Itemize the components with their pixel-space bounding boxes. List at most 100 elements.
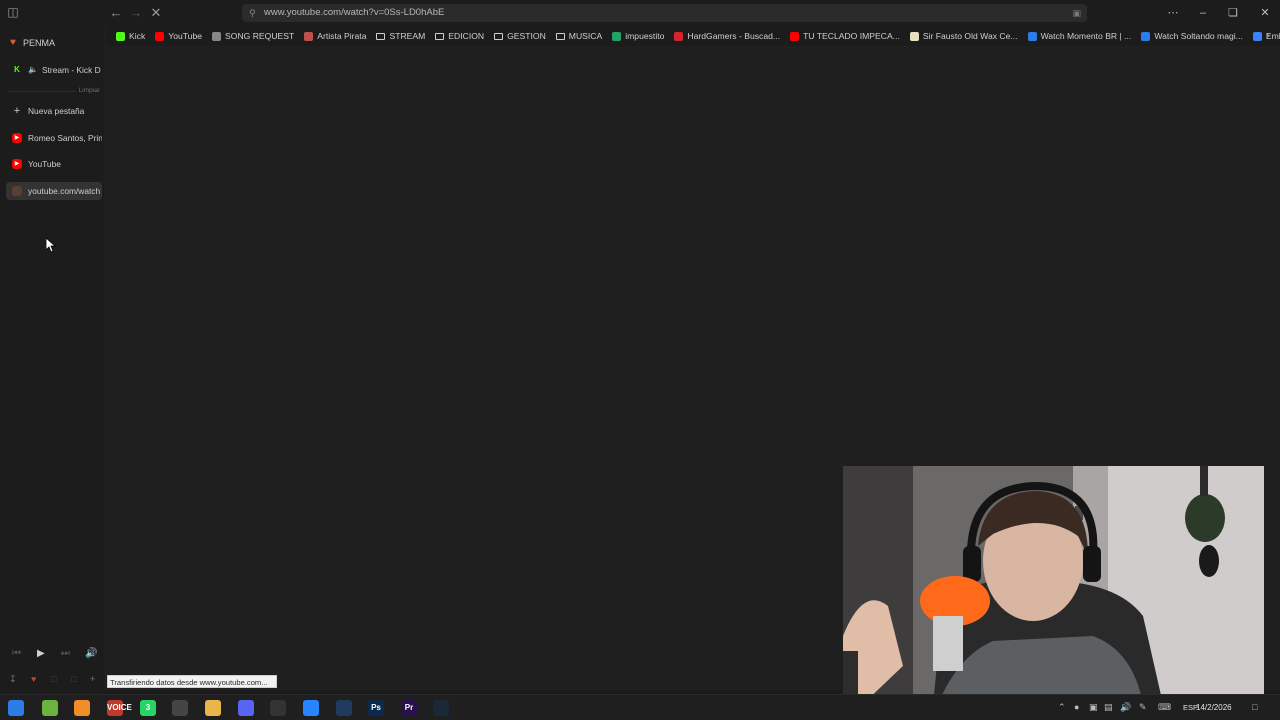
bookmark-item[interactable]: HardGamers - Buscad... <box>674 31 780 41</box>
forward-button[interactable]: → <box>127 4 145 22</box>
premiere-icon[interactable]: Pr <box>401 700 417 716</box>
stop-loading-button[interactable]: ✕ <box>147 4 165 22</box>
sourcetree-icon[interactable] <box>303 700 319 716</box>
favorites-icon[interactable]: ♥ <box>31 674 36 684</box>
bookmarks-bar: Kick YouTube SONG REQUEST Artista Pirata STR… <box>106 27 1280 45</box>
workspace-icon[interactable]: □ <box>71 674 76 684</box>
plus-icon: + <box>13 105 21 117</box>
voicemeeter-icon[interactable]: VOICE <box>107 700 132 716</box>
sheets-icon <box>612 31 622 41</box>
mouse-cursor-icon <box>46 238 56 252</box>
utorrent-icon[interactable] <box>42 700 58 716</box>
sidebar-tab-label: YouTube <box>28 159 61 169</box>
download-icon[interactable]: ↧ <box>9 674 17 685</box>
bookmark-item[interactable]: GESTION <box>494 31 546 41</box>
sidebar-tab-youtube[interactable]: ▶ YouTube <box>6 155 102 173</box>
workspace-name: PENMA <box>22 37 55 48</box>
bookmark-item[interactable]: Watch Momento BR | ... <box>1027 31 1131 41</box>
bookmark-item[interactable]: Watch Soltando magi... <box>1141 31 1243 41</box>
youtube-icon: ▶ <box>12 133 22 143</box>
address-bar[interactable]: ⚲ www.youtube.com/watch?v=0Ss-LD0hAbE ▣ <box>242 4 1087 22</box>
network-icon[interactable]: ▤ <box>1104 702 1113 713</box>
address-url: www.youtube.com/watch?v=0Ss-LD0hAbE <box>264 7 445 18</box>
next-track-icon[interactable]: ⏭ <box>61 648 70 659</box>
back-button[interactable]: ← <box>107 4 125 22</box>
volume-icon[interactable]: 🔊 <box>85 648 97 659</box>
bookmark-item[interactable]: TU TECLADO IMPECA... <box>790 31 900 41</box>
tray-app-icon[interactable]: ▣ <box>1089 702 1098 713</box>
bookmark-label: GESTION <box>507 31 546 41</box>
folder-icon <box>494 32 504 40</box>
notifications-icon[interactable]: □ <box>1252 702 1257 712</box>
tray-overflow-icon[interactable]: ⌃ <box>1058 702 1066 713</box>
sidebar-toggle-icon[interactable]: ◫ <box>6 5 20 19</box>
keyboard-icon[interactable]: ⌨ <box>1158 702 1171 713</box>
discord-icon[interactable] <box>238 700 254 716</box>
kick-icon: K <box>14 65 20 74</box>
obs-icon[interactable] <box>172 700 188 716</box>
bookmark-item[interactable]: SONG REQUEST <box>212 31 294 41</box>
microphone-icon[interactable]: ● <box>1074 702 1079 712</box>
close-window-button[interactable]: ✕ <box>1256 4 1274 22</box>
workspace-icon[interactable]: □ <box>51 674 56 684</box>
media-controls: ⏮ ▶ ⏭ 🔊 <box>0 648 106 664</box>
bookmark-item[interactable]: Sir Fausto Old Wax Ce... <box>909 31 1018 41</box>
folder-icon <box>435 32 445 40</box>
bookmark-item[interactable]: impuestito <box>612 31 664 41</box>
bookmark-label: EDICION <box>448 31 485 41</box>
watch-icon <box>1141 31 1151 41</box>
muted-audio-icon[interactable]: 🔈 <box>28 65 38 75</box>
bookmarks-overflow-icon[interactable]: › <box>1267 30 1270 41</box>
steam-icon[interactable] <box>433 700 449 716</box>
sidebar-tab-label: youtube.com/watch <box>28 186 101 196</box>
bookmark-item[interactable]: EDICION <box>435 31 484 41</box>
bookmark-label: TU TECLADO IMPECA... <box>803 31 900 41</box>
folder-icon <box>555 32 565 40</box>
song-request-icon <box>212 31 222 41</box>
bookmark-label: Sir Fausto Old Wax Ce... <box>922 31 1018 41</box>
sidebar-tab-romeo-santos[interactable]: ▶ Romeo Santos, Prin <box>6 129 102 147</box>
clock-date[interactable]: 14/2/2026 <box>1196 703 1232 712</box>
whatsapp-icon[interactable]: 3 <box>140 700 156 716</box>
folder-icon <box>376 32 386 40</box>
screen: ◫ ← → ✕ ⚲ www.youtube.com/watch?v=0Ss-LD… <box>0 0 1280 720</box>
minimize-button[interactable]: – <box>1194 4 1212 22</box>
embed-generator-icon <box>1252 31 1262 41</box>
browser-toolbar: ◫ ← → ✕ ⚲ www.youtube.com/watch?v=0Ss-LD… <box>0 0 1280 26</box>
audition-icon[interactable] <box>336 700 352 716</box>
previous-track-icon[interactable]: ⏮ <box>12 648 21 659</box>
bookmark-item[interactable]: Kick <box>116 31 145 41</box>
bookmark-item[interactable]: YouTube <box>155 31 202 41</box>
youtube-icon <box>155 31 165 41</box>
file-explorer-icon[interactable] <box>205 700 221 716</box>
workspace-switcher[interactable]: ♥ PENMA <box>10 37 55 48</box>
site-info-icon[interactable]: ⚲ <box>249 4 256 22</box>
speedtest-icon[interactable] <box>270 700 286 716</box>
pen-icon[interactable]: ✎ <box>1139 702 1147 713</box>
sidebar-tab-youtube-watch[interactable]: youtube.com/watch <box>6 182 102 200</box>
bookmark-item[interactable]: MUSICA <box>555 31 602 41</box>
webcam-picture <box>843 466 1264 704</box>
photoshop-icon[interactable]: Ps <box>368 700 384 716</box>
bookmark-label: HardGamers - Buscad... <box>687 31 781 41</box>
loading-icon <box>12 186 22 196</box>
fl-studio-icon[interactable] <box>74 700 90 716</box>
sidebar-footer: ↧ ♥ □ □ + <box>0 674 106 688</box>
page-action-icon[interactable]: ▣ <box>1072 4 1081 22</box>
volume-icon[interactable]: 🔊 <box>1120 702 1131 713</box>
bookmark-label: Watch Soltando magi... <box>1154 31 1243 41</box>
clear-tabs-button[interactable]: Limpiar <box>79 87 100 94</box>
play-icon[interactable]: ▶ <box>37 648 45 659</box>
pinned-tab-kick[interactable]: K 🔈 Stream - Kick D <box>6 61 102 79</box>
sidebar-tab-label: Romeo Santos, Prin <box>28 133 102 143</box>
bookmark-label: STREAM <box>389 31 426 41</box>
bookmark-label: impuestito <box>625 31 665 41</box>
add-workspace-icon[interactable]: + <box>90 674 95 684</box>
windows-start-icon[interactable] <box>8 700 24 716</box>
bookmark-item[interactable]: Artista Pirata <box>304 31 366 41</box>
more-menu-icon[interactable]: ⋯ <box>1164 4 1182 22</box>
maximize-button[interactable]: ❏ <box>1224 4 1242 22</box>
watch-icon <box>1027 31 1037 41</box>
new-tab-button[interactable]: + Nueva pestaña <box>6 102 102 120</box>
bookmark-item[interactable]: STREAM <box>376 31 425 41</box>
